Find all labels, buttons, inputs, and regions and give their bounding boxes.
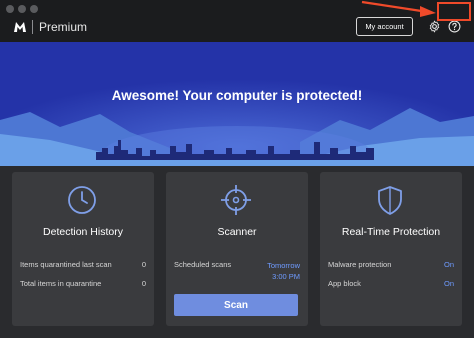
- row-label: Malware protection: [328, 260, 392, 269]
- card-title: Detection History: [43, 226, 123, 238]
- scheduled-scans-row: Scheduled scans Tomorrow 3:00 PM: [174, 260, 300, 281]
- product-name: Premium: [39, 20, 88, 34]
- malwarebytes-logo-icon: [14, 22, 26, 32]
- window-minimize-button[interactable]: [18, 5, 26, 13]
- row-label: App block: [328, 279, 361, 288]
- detection-history-card[interactable]: Detection History Items quarantined last…: [12, 172, 154, 326]
- items-quarantined-row: Items quarantined last scan 0: [20, 260, 146, 269]
- schedule-time: 3:00 PM: [272, 272, 300, 281]
- row-value: 0: [141, 279, 146, 288]
- shield-icon: [378, 186, 402, 215]
- app-block-row: App block On: [328, 279, 454, 288]
- card-title: Real-Time Protection: [341, 226, 441, 238]
- protection-status-message: Awesome! Your computer is protected!: [111, 88, 363, 103]
- row-label: Scheduled scans: [174, 260, 232, 269]
- window-zoom-button[interactable]: [30, 5, 38, 13]
- scan-button[interactable]: Scan: [174, 294, 298, 316]
- malware-protection-toggle[interactable]: On: [444, 260, 454, 269]
- status-banner: Awesome! Your computer is protected!: [0, 42, 474, 166]
- clock-icon: [68, 186, 96, 214]
- malware-protection-row: Malware protection On: [328, 260, 454, 269]
- annotation-highlight-box: [437, 2, 471, 21]
- scheduled-scan-time[interactable]: Tomorrow 3:00 PM: [267, 260, 300, 282]
- real-time-protection-card[interactable]: Real-Time Protection Malware protection …: [320, 172, 462, 326]
- schedule-day: Tomorrow: [267, 261, 300, 270]
- brand: Premium: [12, 17, 87, 37]
- row-value: 0: [141, 260, 146, 269]
- gear-icon: [429, 20, 439, 32]
- brand-divider: [32, 20, 33, 34]
- row-label: Total items in quarantine: [20, 279, 102, 288]
- app-block-toggle[interactable]: On: [444, 279, 454, 288]
- window-close-button[interactable]: [6, 5, 14, 13]
- help-button[interactable]: [447, 19, 461, 33]
- scanner-card[interactable]: Scanner Scheduled scans Tomorrow 3:00 PM…: [166, 172, 308, 326]
- card-title: Scanner: [217, 226, 257, 238]
- settings-button[interactable]: [427, 19, 441, 33]
- total-quarantine-row: Total items in quarantine 0: [20, 279, 146, 288]
- annotation-arrow: [361, 0, 436, 17]
- crosshair-icon: [221, 185, 251, 215]
- question-icon: [448, 20, 460, 32]
- row-label: Items quarantined last scan: [20, 260, 112, 269]
- banner-illustration: [0, 42, 474, 166]
